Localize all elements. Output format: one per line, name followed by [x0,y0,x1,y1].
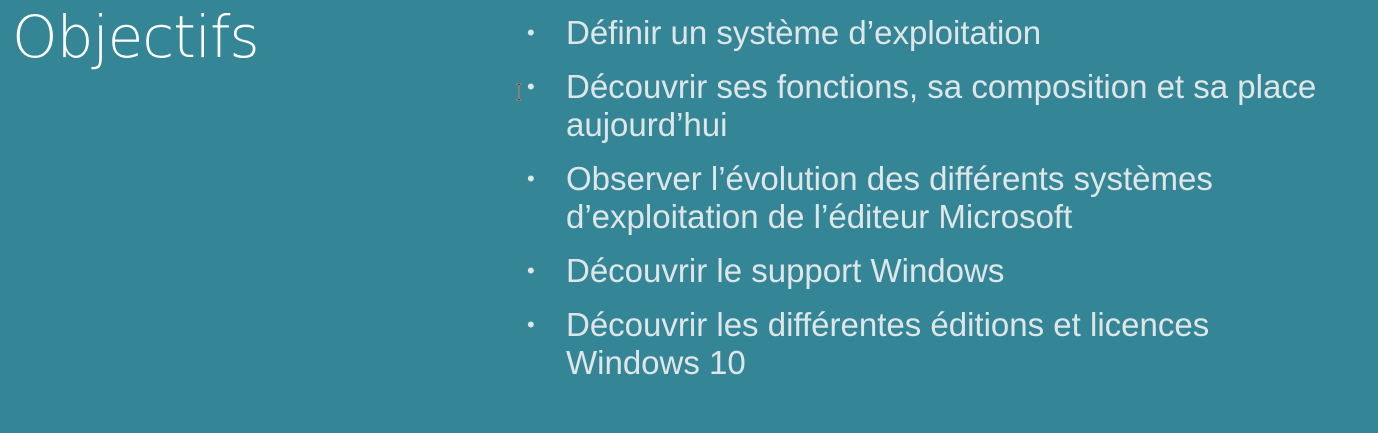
bullet-marker: • [527,20,535,45]
slide: Objectifs • Définir un système d’exploit… [0,0,1378,433]
bullet-list: • Définir un système d’exploitation • Dé… [522,14,1322,398]
bullet-text: Découvrir les différentes éditions et li… [566,306,1210,381]
bullet-item: • Découvrir le support Windows [522,252,1322,290]
bullet-item: • Découvrir les différentes éditions et … [522,306,1322,382]
bullet-item: • Observer l’évolution des différents sy… [522,160,1322,236]
bullet-item: • Découvrir ses fonctions, sa compositio… [522,68,1322,144]
slide-title: Objectifs [12,3,260,71]
bullet-marker: • [527,74,535,99]
bullet-text: Découvrir ses fonctions, sa composition … [566,68,1317,143]
bullet-item: • Définir un système d’exploitation [522,14,1322,52]
bullet-marker: • [527,312,535,337]
bullet-text: Définir un système d’exploitation [566,14,1042,51]
text-cursor-icon [516,83,522,101]
bullet-marker: • [527,166,535,191]
bullet-text: Découvrir le support Windows [566,252,1005,289]
bullet-text: Observer l’évolution des différents syst… [566,160,1213,235]
bullet-marker: • [527,258,535,283]
